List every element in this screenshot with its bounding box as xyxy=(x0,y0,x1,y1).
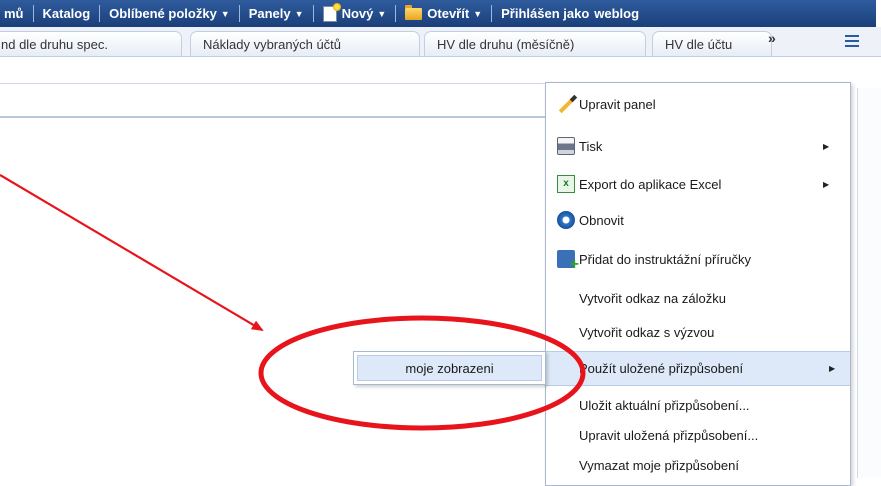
page-options-icon[interactable] xyxy=(845,35,859,47)
screenshot-root: mů Katalog Oblíbené položky ▼ Panely ▼ N… xyxy=(0,0,881,486)
saved-customizations-submenu: moje zobrazeni xyxy=(353,351,546,385)
menu-item-label: Tisk xyxy=(579,138,603,154)
tab-label: HV dle účtu xyxy=(665,37,733,52)
nav-item-open[interactable]: Otevřít ▼ xyxy=(396,0,491,27)
add-to-guide-icon xyxy=(557,250,579,274)
menu-item-label: Vymazat moje přizpůsobení xyxy=(579,457,739,473)
submenu-arrow-icon: ▶ xyxy=(829,364,836,373)
tab-label: nd dle druhu spec. xyxy=(1,37,108,52)
submenu-item-saved-view[interactable]: moje zobrazeni xyxy=(357,355,542,381)
tab-dashboard-page-1[interactable]: nd dle druhu spec. xyxy=(0,31,182,56)
tab-dashboard-page-3[interactable]: HV dle druhu (měsíčně) xyxy=(424,31,646,56)
menu-item-export-excel[interactable]: x Export do aplikace Excel ▶ xyxy=(546,169,850,199)
menu-item-edit-saved-customizations[interactable]: Upravit uložená přizpůsobení... xyxy=(546,420,850,450)
menu-item-print[interactable]: Tisk ▶ xyxy=(546,131,850,161)
page-options-icon-line xyxy=(845,45,859,47)
menu-item-create-bookmark-link[interactable]: Vytvořit odkaz na záložku xyxy=(546,283,850,313)
dashboard-tab-strip: nd dle druhu spec. Náklady vybraných účt… xyxy=(0,27,881,57)
nav-item-open-label: Otevřít xyxy=(427,6,470,21)
menu-item-label: Vytvořit odkaz s výzvou xyxy=(579,324,715,340)
chevron-down-icon: ▼ xyxy=(220,8,230,19)
tab-overflow-button[interactable]: » xyxy=(768,30,776,46)
nav-item-dashboards-label: Panely xyxy=(248,6,291,21)
chevron-down-icon: ▼ xyxy=(473,8,483,19)
tab-label: HV dle druhu (měsíčně) xyxy=(437,37,575,52)
menu-item-add-to-guide[interactable]: Přidat do instruktážní příručky xyxy=(546,244,850,274)
submenu-arrow-icon: ▶ xyxy=(823,141,830,151)
signed-in-username: weblog xyxy=(594,6,640,21)
menu-item-label: Uložit aktuální přizpůsobení... xyxy=(579,397,750,413)
menu-item-edit-dashboard[interactable]: Upravit panel xyxy=(546,89,850,119)
nav-item-favorites[interactable]: Oblíbené položky ▼ xyxy=(100,0,239,27)
menu-item-label: Obnovit xyxy=(579,212,624,228)
nav-item-home[interactable]: mů xyxy=(0,0,33,27)
menu-item-label: Upravit uložená přizpůsobení... xyxy=(579,427,759,443)
nav-item-favorites-label: Oblíbené položky xyxy=(109,6,217,21)
signed-in-label: Přihlášen jako xyxy=(501,6,590,21)
nav-item-new[interactable]: Nový ▼ xyxy=(314,0,396,27)
top-navigation-bar: mů Katalog Oblíbené položky ▼ Panely ▼ N… xyxy=(0,0,876,27)
menu-item-create-prompted-link[interactable]: Vytvořit odkaz s výzvou xyxy=(546,317,850,347)
menu-item-label: Upravit panel xyxy=(579,96,656,112)
new-document-icon xyxy=(322,2,341,22)
tab-dashboard-page-2[interactable]: Náklady vybraných účtů xyxy=(190,31,420,56)
signed-in-user[interactable]: Přihlášen jako weblog xyxy=(492,0,648,27)
nav-item-catalog-label: Katalog xyxy=(42,6,91,21)
panel-scrollbar[interactable] xyxy=(857,88,881,478)
refresh-icon xyxy=(557,211,575,229)
nav-item-new-label: Nový xyxy=(341,6,374,21)
chevron-down-icon: ▼ xyxy=(294,8,304,19)
menu-item-clear-my-customization[interactable]: Vymazat moje přizpůsobení xyxy=(546,450,850,480)
menu-item-label: Export do aplikace Excel xyxy=(579,176,722,192)
tab-dashboard-page-4[interactable]: HV dle účtu xyxy=(652,31,772,56)
menu-item-refresh[interactable]: Obnovit xyxy=(546,205,850,235)
pencil-icon xyxy=(558,94,578,114)
nav-item-catalog[interactable]: Katalog xyxy=(34,0,100,27)
chevron-down-icon: ▼ xyxy=(377,8,387,19)
annotation-arrow xyxy=(0,174,264,332)
nav-item-dashboards[interactable]: Panely ▼ xyxy=(240,0,313,27)
menu-item-apply-saved-customization[interactable]: Použít uložené přizpůsobení ▶ xyxy=(546,351,850,386)
excel-icon: x xyxy=(557,175,575,193)
menu-item-save-current-customization[interactable]: Uložit aktuální přizpůsobení... xyxy=(546,390,850,420)
page-options-icon-line xyxy=(845,40,859,42)
tab-label: Náklady vybraných účtů xyxy=(203,37,342,52)
folder-icon xyxy=(405,4,423,20)
menu-item-label: Použít uložené přizpůsobení xyxy=(579,361,744,376)
menu-item-label: Přidat do instruktážní příručky xyxy=(579,251,751,267)
nav-item-home-label: mů xyxy=(4,6,24,21)
page-options-menu: Upravit panel Tisk ▶ x Export do aplikac… xyxy=(545,82,851,486)
page-options-icon-line xyxy=(845,35,859,37)
printer-icon xyxy=(557,137,575,155)
menu-item-label: Vytvořit odkaz na záložku xyxy=(579,290,726,306)
submenu-arrow-icon: ▶ xyxy=(823,179,830,189)
